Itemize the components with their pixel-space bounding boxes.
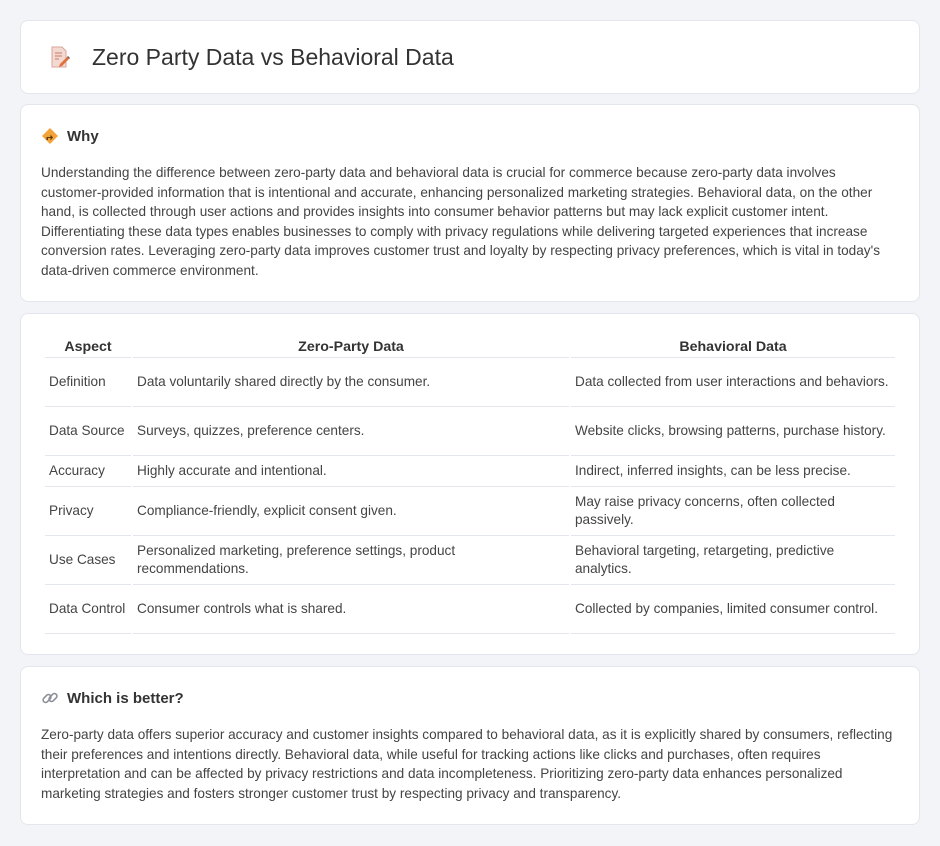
zero-party-cell: Compliance-friendly, explicit consent gi… — [133, 487, 569, 536]
why-section: Why Understanding the difference between… — [20, 104, 920, 302]
behavioral-cell: Indirect, inferred insights, can be less… — [571, 456, 895, 487]
which-is-better-section: Which is better? Zero-party data offers … — [20, 666, 920, 825]
diamond-sign-icon — [41, 127, 59, 145]
link-icon — [41, 689, 59, 707]
column-header-aspect: Aspect — [45, 334, 131, 358]
row-aspect-cell: Privacy — [45, 487, 131, 536]
row-aspect-cell: Use Cases — [45, 536, 131, 585]
row-aspect-cell: Definition — [45, 358, 131, 407]
comparison-table: Aspect Zero-Party Data Behavioral Data D… — [43, 334, 897, 634]
better-heading: Which is better? — [67, 689, 184, 707]
column-header-behavioral: Behavioral Data — [571, 334, 895, 358]
why-paragraph: Understanding the difference between zer… — [41, 165, 880, 278]
document-pencil-icon — [47, 45, 71, 69]
table-row: Data Control Consumer controls what is s… — [45, 585, 895, 634]
comparison-table-card: Aspect Zero-Party Data Behavioral Data D… — [20, 313, 920, 655]
better-paragraph: Zero-party data offers superior accuracy… — [41, 727, 893, 801]
table-row: Definition Data voluntarily shared direc… — [45, 358, 895, 407]
row-aspect-cell: Accuracy — [45, 456, 131, 487]
page-title: Zero Party Data vs Behavioral Data — [92, 43, 454, 70]
behavioral-cell: Website clicks, browsing patterns, purch… — [571, 407, 895, 456]
header-card: Zero Party Data vs Behavioral Data — [20, 20, 920, 94]
row-aspect-cell: Data Source — [45, 407, 131, 456]
table-row: Use Cases Personalized marketing, prefer… — [45, 536, 895, 585]
why-heading: Why — [67, 127, 99, 145]
table-row: Accuracy Highly accurate and intentional… — [45, 456, 895, 487]
zero-party-cell: Consumer controls what is shared. — [133, 585, 569, 634]
table-row: Privacy Compliance-friendly, explicit co… — [45, 487, 895, 536]
zero-party-cell: Surveys, quizzes, preference centers. — [133, 407, 569, 456]
table-header-row: Aspect Zero-Party Data Behavioral Data — [45, 334, 895, 358]
behavioral-cell: May raise privacy concerns, often collec… — [571, 487, 895, 536]
behavioral-cell: Behavioral targeting, retargeting, predi… — [571, 536, 895, 585]
why-heading-row: Why — [41, 127, 899, 145]
better-heading-row: Which is better? — [41, 689, 899, 707]
row-aspect-cell: Data Control — [45, 585, 131, 634]
zero-party-cell: Highly accurate and intentional. — [133, 456, 569, 487]
behavioral-cell: Collected by companies, limited consumer… — [571, 585, 895, 634]
behavioral-cell: Data collected from user interactions an… — [571, 358, 895, 407]
table-row: Data Source Surveys, quizzes, preference… — [45, 407, 895, 456]
zero-party-cell: Personalized marketing, preference setti… — [133, 536, 569, 585]
column-header-zero-party: Zero-Party Data — [133, 334, 569, 358]
zero-party-cell: Data voluntarily shared directly by the … — [133, 358, 569, 407]
